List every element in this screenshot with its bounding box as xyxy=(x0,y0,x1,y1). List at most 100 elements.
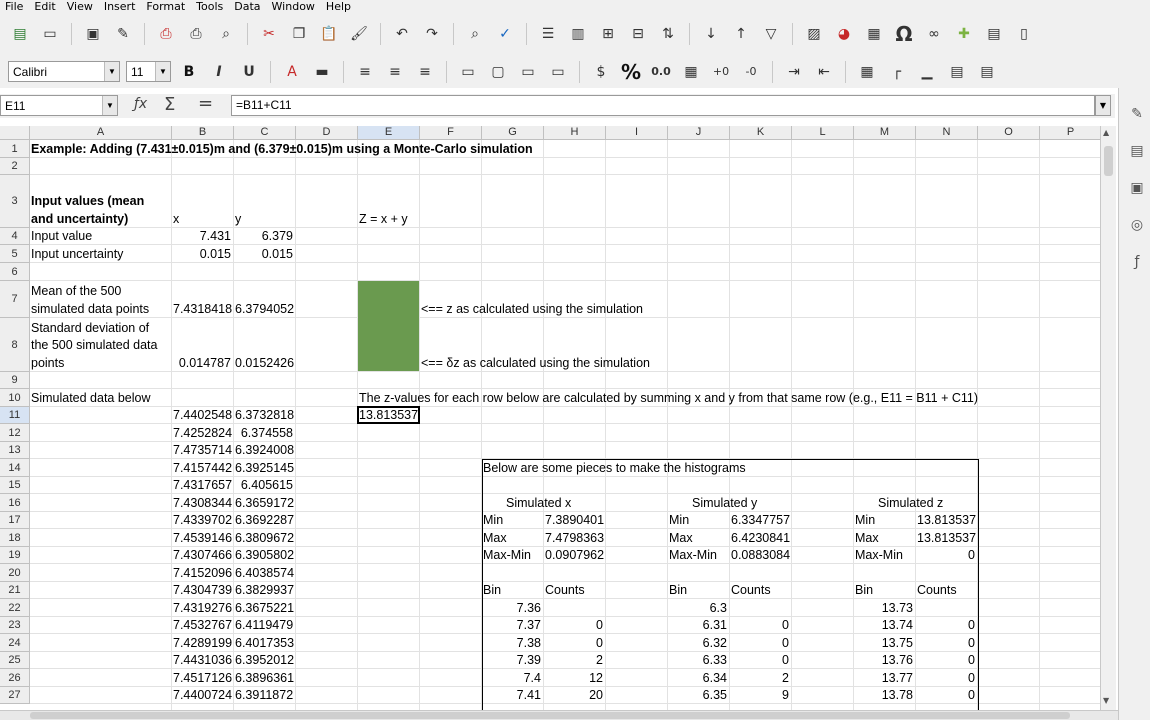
mean-label[interactable]: Mean of the 500 simulated data points xyxy=(30,281,170,318)
row-label[interactable]: Input uncertainty xyxy=(30,246,124,263)
conditional-icon[interactable]: ▤ xyxy=(945,60,969,84)
paste-icon[interactable]: 📋 xyxy=(317,22,341,46)
export-pdf-icon[interactable]: ⎙ xyxy=(154,22,178,46)
increase-indent-icon[interactable]: ⇥ xyxy=(782,60,806,84)
column-header-g[interactable]: G xyxy=(482,126,544,140)
histogram-header-z[interactable]: Simulated z xyxy=(854,495,944,512)
row-header-19[interactable]: 19 xyxy=(0,547,30,564)
min-label[interactable]: Min xyxy=(668,512,690,529)
range-value[interactable]: 0.0883084 xyxy=(730,547,790,564)
function-wizard-icon[interactable]: ƒx xyxy=(134,96,147,112)
bin-value[interactable]: 7.4 xyxy=(482,670,542,687)
bin-value[interactable]: 6.32 xyxy=(668,635,728,652)
scroll-up-icon[interactable]: ▲ xyxy=(1103,128,1109,137)
row-header-12[interactable]: 12 xyxy=(0,424,30,442)
count-value[interactable]: 0 xyxy=(544,635,604,652)
row-header-16[interactable]: 16 xyxy=(0,494,30,512)
bin-value[interactable]: 7.37 xyxy=(482,617,542,634)
menu-data[interactable]: Data xyxy=(229,1,266,12)
sim-x-cell[interactable]: 7.4400724 xyxy=(172,687,232,704)
row-header-25[interactable]: 25 xyxy=(0,652,30,669)
column-header-b[interactable]: B xyxy=(172,126,234,140)
row-header-3[interactable]: 3 xyxy=(0,175,30,228)
row-icon[interactable]: ☰ xyxy=(536,22,560,46)
count-value[interactable]: 0 xyxy=(916,687,976,704)
sim-y-cell[interactable]: 6.3952012 xyxy=(234,652,294,669)
sim-y-cell[interactable]: 6.3692287 xyxy=(234,512,294,529)
print-icon[interactable]: ⎙ xyxy=(184,22,208,46)
bin-value[interactable]: 13.76 xyxy=(854,652,914,669)
italic-icon[interactable]: I xyxy=(207,60,231,84)
bin-value[interactable]: 13.73 xyxy=(854,600,914,617)
title-cell[interactable]: Example: Adding (7.431±0.015)m and (6.37… xyxy=(30,141,534,158)
bin-value[interactable]: 6.3 xyxy=(668,600,728,617)
scroll-thumb[interactable] xyxy=(1104,146,1113,176)
bin-value[interactable]: 6.33 xyxy=(668,652,728,669)
hyperlink-icon[interactable]: ∞ xyxy=(922,22,946,46)
z-description[interactable]: The z-values for each row below are calc… xyxy=(358,390,979,407)
decrease-indent-icon[interactable]: ⇤ xyxy=(812,60,836,84)
input-y[interactable]: 6.379 xyxy=(234,228,294,245)
sim-y-cell[interactable]: 6.3732818 xyxy=(234,407,294,424)
count-value[interactable]: 20 xyxy=(544,687,604,704)
min-value[interactable]: 13.813537 xyxy=(916,512,976,529)
row-header-22[interactable]: 22 xyxy=(0,599,30,617)
menu-help[interactable]: Help xyxy=(321,1,357,12)
functions-icon[interactable]: ƒ xyxy=(1127,252,1147,272)
sim-x-cell[interactable]: 7.4304739 xyxy=(172,582,232,599)
properties-icon[interactable]: ✎ xyxy=(1127,104,1147,124)
sim-x-cell[interactable]: 7.4152096 xyxy=(172,565,232,582)
cut-icon[interactable]: ✂ xyxy=(257,22,281,46)
min-value[interactable]: 6.3347757 xyxy=(730,512,790,529)
spelling-icon[interactable]: ✓ xyxy=(493,22,517,46)
menu-tools[interactable]: Tools xyxy=(191,1,229,12)
count-value[interactable]: 0 xyxy=(916,652,976,669)
redo-icon[interactable]: ↷ xyxy=(420,22,444,46)
z-value-cell[interactable]: 13.813537 xyxy=(358,407,419,424)
sim-y-cell[interactable]: 6.374558 xyxy=(234,425,294,442)
sum-icon[interactable]: Σ xyxy=(164,94,175,115)
max-label[interactable]: Max xyxy=(854,530,880,547)
column-header-e[interactable]: E xyxy=(358,126,420,140)
vertical-scrollbar[interactable]: ▲ ▼ xyxy=(1100,126,1116,710)
count-value[interactable]: 0 xyxy=(730,635,790,652)
delete-decimal-icon[interactable]: -0 xyxy=(739,60,763,84)
count-value[interactable]: 0 xyxy=(544,617,604,634)
row-header-11[interactable]: 11 xyxy=(0,407,30,424)
stdev-x[interactable]: 0.014787 xyxy=(172,355,232,372)
pivot-table-icon[interactable]: ▦ xyxy=(862,22,886,46)
max-label[interactable]: Max xyxy=(668,530,694,547)
column-icon[interactable]: ▥ xyxy=(566,22,590,46)
dz-note[interactable]: <== δz as calculated using the simulatio… xyxy=(420,355,651,372)
chevron-down-icon[interactable]: ▼ xyxy=(104,62,119,81)
align-center-icon[interactable]: ≡ xyxy=(383,60,407,84)
insert-row-icon[interactable]: ⊞ xyxy=(596,22,620,46)
row-header-20[interactable]: 20 xyxy=(0,564,30,582)
sim-y-cell[interactable]: 6.3911872 xyxy=(234,687,294,704)
column-header-l[interactable]: L xyxy=(792,126,854,140)
column-header-c[interactable]: C xyxy=(234,126,296,140)
new-icon[interactable]: ▤ xyxy=(8,22,32,46)
sim-x-cell[interactable]: 7.4339702 xyxy=(172,512,232,529)
undo-icon[interactable]: ↶ xyxy=(390,22,414,46)
comment-icon[interactable]: ✚ xyxy=(952,22,976,46)
range-label[interactable]: Max-Min xyxy=(854,547,904,564)
count-value[interactable]: 0 xyxy=(916,670,976,687)
y-header[interactable]: y xyxy=(234,211,242,228)
chevron-down-icon[interactable]: ▼ xyxy=(102,96,117,115)
max-value[interactable]: 6.4230841 xyxy=(730,530,790,547)
sim-y-cell[interactable]: 6.3829937 xyxy=(234,582,294,599)
row-header-15[interactable]: 15 xyxy=(0,477,30,494)
column-header-m[interactable]: M xyxy=(854,126,916,140)
sort-descending-icon[interactable]: ↑ xyxy=(729,22,753,46)
count-value[interactable]: 12 xyxy=(544,670,604,687)
find-replace-icon[interactable]: ⌕ xyxy=(463,22,487,46)
input-values-label[interactable]: Input values (mean and uncertainty) xyxy=(30,175,160,228)
count-value[interactable]: 0 xyxy=(916,617,976,634)
sim-y-cell[interactable]: 6.4017353 xyxy=(234,635,294,652)
uncertainty-y[interactable]: 0.015 xyxy=(234,246,294,263)
menu-edit[interactable]: Edit xyxy=(29,1,61,12)
sim-x-cell[interactable]: 7.4539146 xyxy=(172,530,232,547)
column-header-p[interactable]: P xyxy=(1040,126,1100,140)
row-header-13[interactable]: 13 xyxy=(0,442,30,459)
